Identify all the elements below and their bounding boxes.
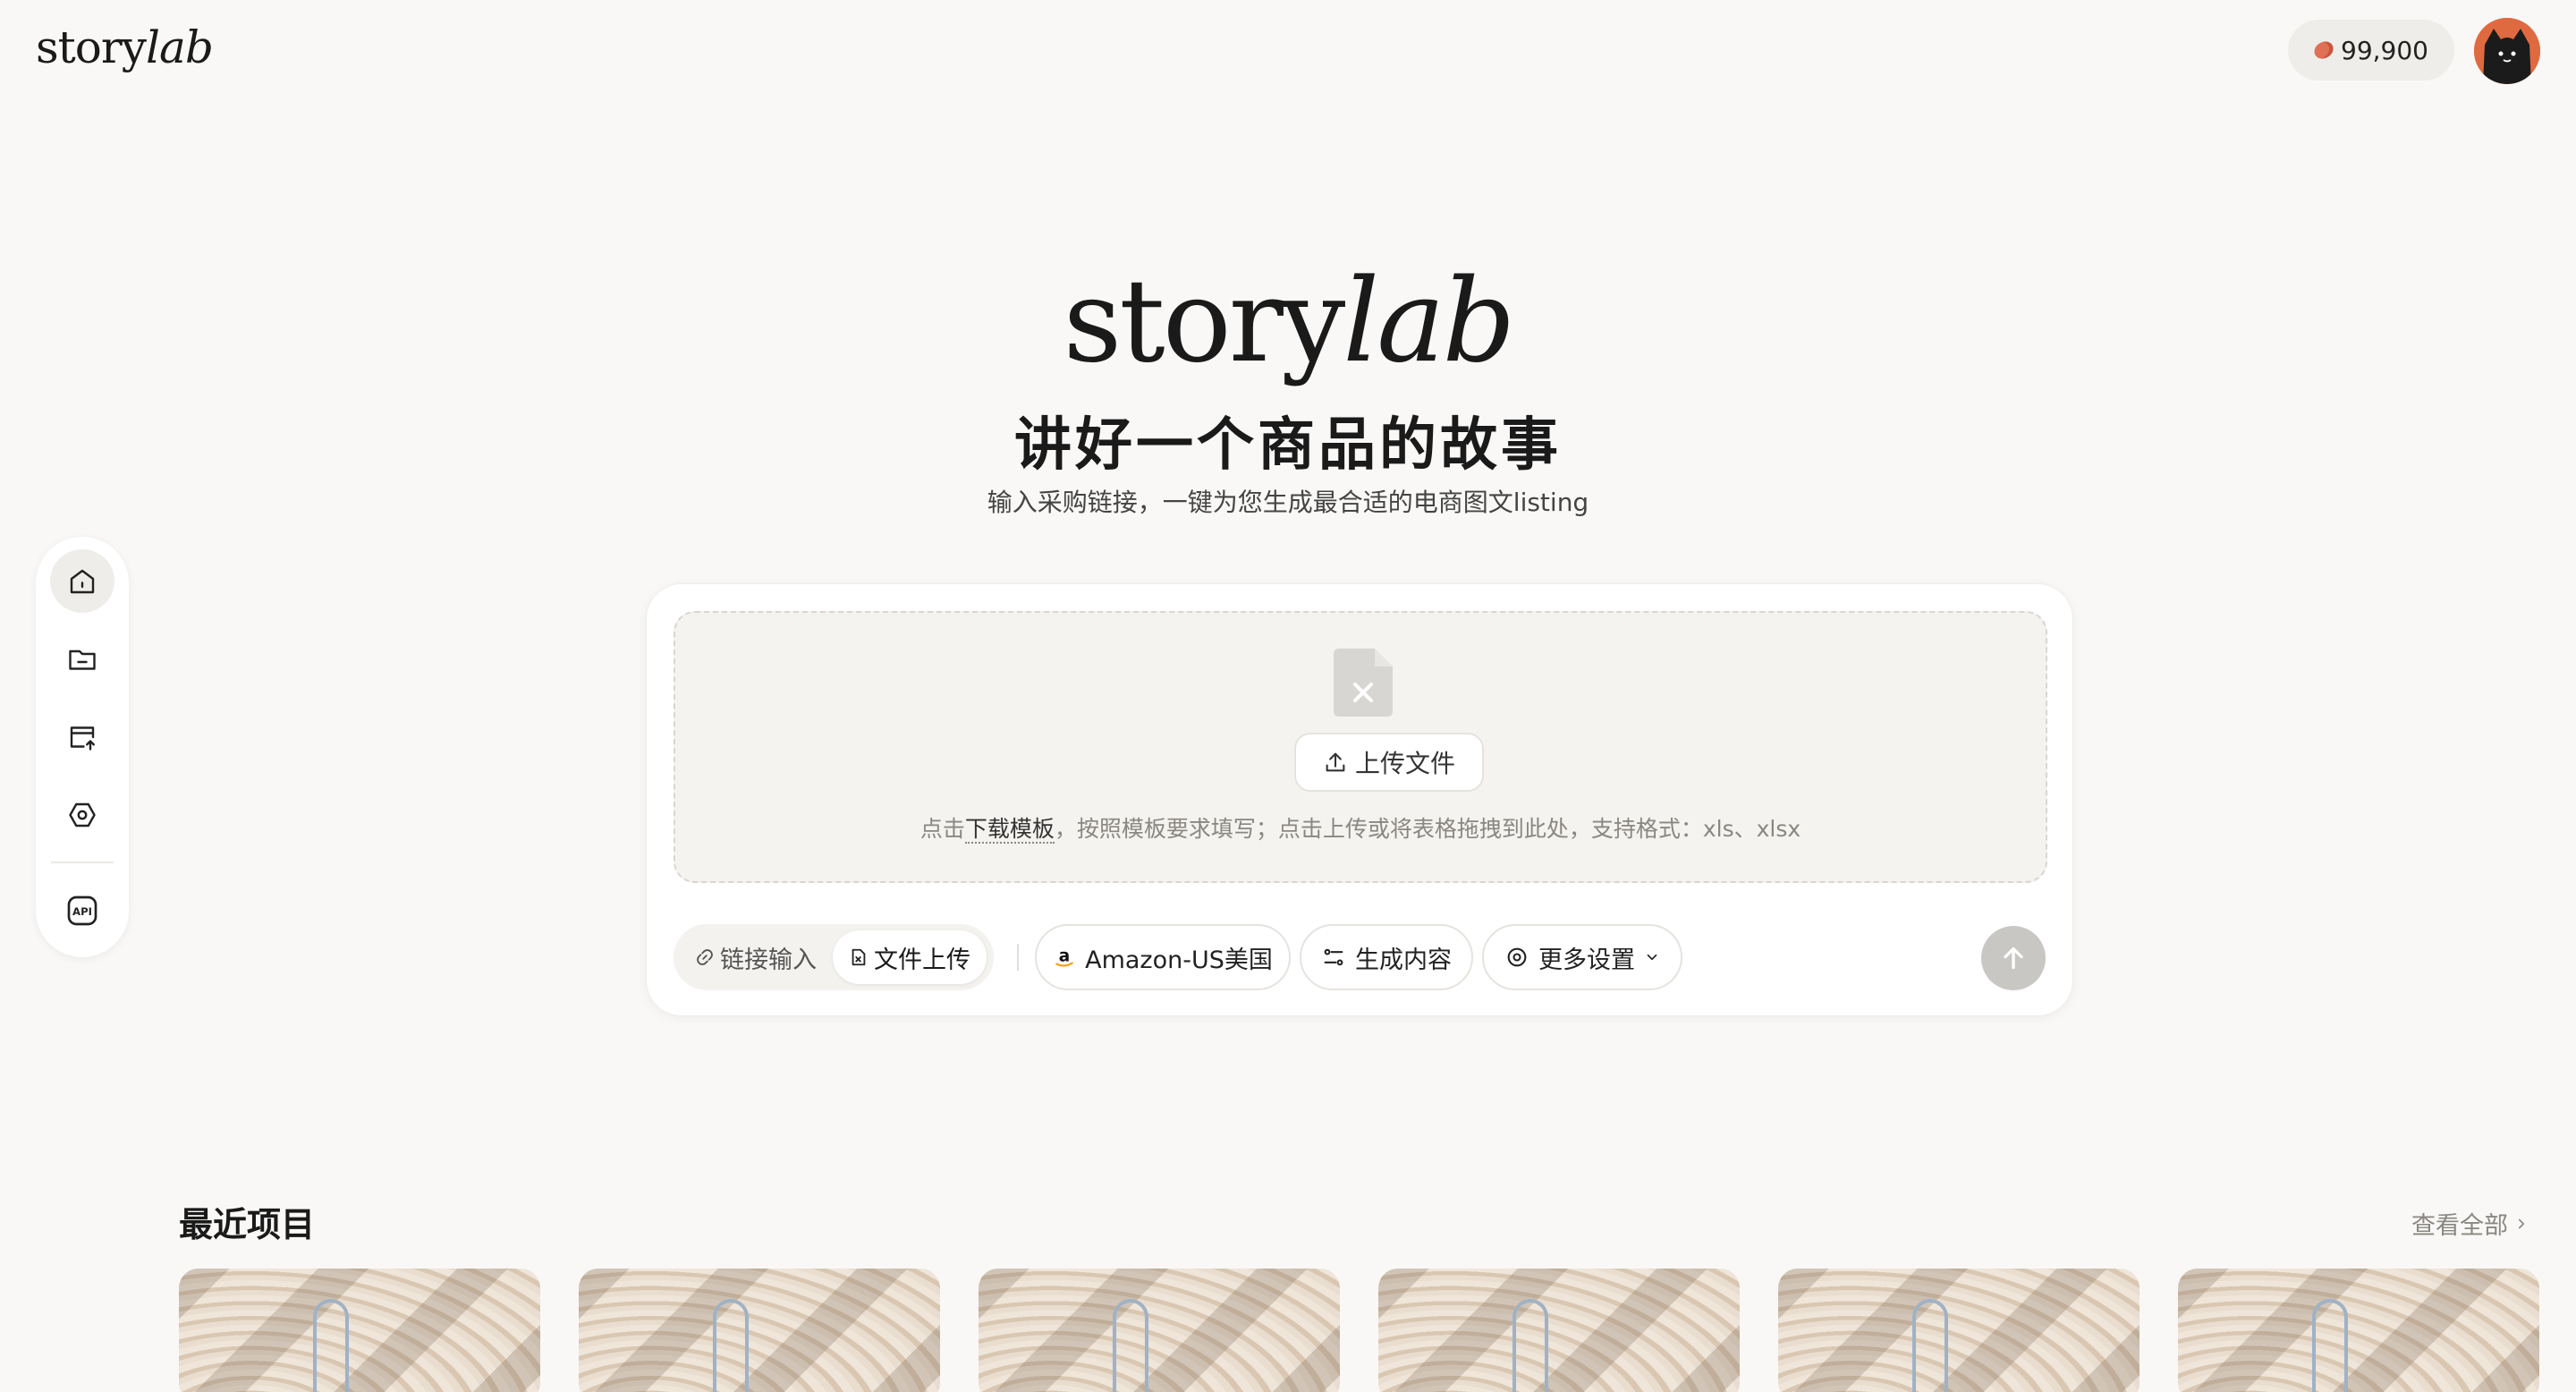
api-icon: API xyxy=(67,896,97,926)
credits-badge[interactable]: 99,900 xyxy=(2288,20,2454,81)
excel-file-icon xyxy=(852,948,866,966)
view-all-link[interactable]: 查看全部 xyxy=(2411,1206,2529,1241)
tab-file-label: 文件上传 xyxy=(874,946,970,974)
marketplace-label: Amazon-US美国 xyxy=(1085,946,1273,974)
upload-hint: 点击下载模板，按照模板要求填写；点击上传或将表格拖拽到此处，支持格式：xls、x… xyxy=(675,811,2046,844)
sidebar-item-folder[interactable] xyxy=(50,627,114,691)
project-card[interactable] xyxy=(1378,1269,1740,1392)
upload-file-button[interactable]: 上传文件 xyxy=(1294,733,1484,792)
tab-link-label: 链接输入 xyxy=(720,946,817,974)
app-root: storylab 99,900 API storylab 讲好一个商品的故事 输… xyxy=(0,0,2576,1392)
hint-prefix: 点击 xyxy=(919,816,965,842)
paperclip-image xyxy=(713,1299,749,1392)
svg-text:a: a xyxy=(1059,946,1070,965)
project-card[interactable] xyxy=(1778,1269,2140,1392)
toolbar-divider xyxy=(1017,944,1019,971)
avatar[interactable] xyxy=(2474,18,2540,84)
hero-subtitle: 输入采购链接，一键为您生成最合适的电商图文listing xyxy=(987,488,1589,517)
tab-file-upload[interactable]: 文件上传 xyxy=(833,930,987,984)
header-logo[interactable]: storylab xyxy=(36,21,214,73)
hero-logo-italic: lab xyxy=(1343,255,1515,388)
input-mode-switch: 链接输入 文件上传 xyxy=(674,924,994,990)
logo-italic: lab xyxy=(146,21,214,73)
hero-logo: storylab xyxy=(0,250,2576,394)
sidebar-item-home[interactable] xyxy=(50,549,114,614)
upload-file-label: 上传文件 xyxy=(1354,749,1455,778)
paperclip-image xyxy=(1513,1299,1548,1392)
home-icon xyxy=(70,569,95,593)
folder-icon xyxy=(69,649,96,670)
logo-regular: story xyxy=(36,21,147,73)
generate-content-button[interactable]: 生成内容 xyxy=(1300,924,1473,990)
project-card[interactable] xyxy=(979,1269,1340,1392)
settings-icon xyxy=(1507,947,1527,967)
project-card[interactable] xyxy=(2178,1269,2539,1392)
sidebar-item-settings[interactable] xyxy=(50,784,114,847)
generate-label: 生成内容 xyxy=(1355,946,1452,974)
chevron-down-icon xyxy=(1647,954,1657,961)
project-card[interactable] xyxy=(579,1269,940,1392)
recent-projects-title: 最近项目 xyxy=(179,1205,316,1244)
hex-gear-icon xyxy=(69,803,96,828)
upload-icon xyxy=(1326,752,1345,772)
view-all-label: 查看全部 xyxy=(2411,1212,2508,1240)
download-template-link[interactable]: 下载模板 xyxy=(964,816,1055,844)
bean-icon xyxy=(2310,38,2337,63)
sidebar-item-upload[interactable] xyxy=(50,705,114,768)
input-card: 上传文件 点击下载模板，按照模板要求填写；点击上传或将表格拖拽到此处，支持格式：… xyxy=(646,583,2073,1016)
tab-link-input[interactable]: 链接输入 xyxy=(679,930,833,984)
paperclip-image xyxy=(1113,1299,1148,1392)
marketplace-selector[interactable]: a Amazon-US美国 xyxy=(1035,924,1291,990)
paperclip-image xyxy=(2312,1299,2348,1392)
arrow-up-icon xyxy=(2004,946,2023,970)
sidebar-divider xyxy=(51,861,114,863)
sliders-icon xyxy=(1324,948,1343,966)
credits-value: 99,900 xyxy=(2341,35,2428,65)
file-placeholder-icon xyxy=(1334,649,1393,717)
file-dropzone[interactable]: 上传文件 点击下载模板，按照模板要求填写；点击上传或将表格拖拽到此处，支持格式：… xyxy=(674,611,2047,883)
recent-projects-list xyxy=(179,1269,2540,1392)
chevron-right-icon xyxy=(2518,1218,2525,1228)
api-icon-label: API xyxy=(72,905,92,918)
send-button[interactable] xyxy=(1981,926,2046,990)
hero-title: 讲好一个商品的故事 xyxy=(1014,412,1562,479)
input-toolbar: 链接输入 文件上传 a Amazon-US美国 生成内容 更多设置 xyxy=(674,924,2047,990)
sidebar-item-api[interactable]: API xyxy=(50,879,114,943)
hint-suffix: ，按照模板要求填写；点击上传或将表格拖拽到此处，支持格式：xls、xlsx xyxy=(1054,816,1801,842)
sidebar: API xyxy=(36,537,129,957)
project-card[interactable] xyxy=(179,1269,540,1392)
link-icon xyxy=(697,949,713,965)
upload-box-icon xyxy=(70,726,95,751)
more-settings-label: 更多设置 xyxy=(1538,946,1635,974)
paperclip-image xyxy=(313,1299,349,1392)
more-settings-dropdown[interactable]: 更多设置 xyxy=(1482,924,1682,990)
hero-logo-regular: story xyxy=(1063,255,1346,388)
cat-avatar-icon xyxy=(2474,18,2540,84)
amazon-icon: a xyxy=(1055,946,1073,967)
paperclip-image xyxy=(1912,1299,1948,1392)
